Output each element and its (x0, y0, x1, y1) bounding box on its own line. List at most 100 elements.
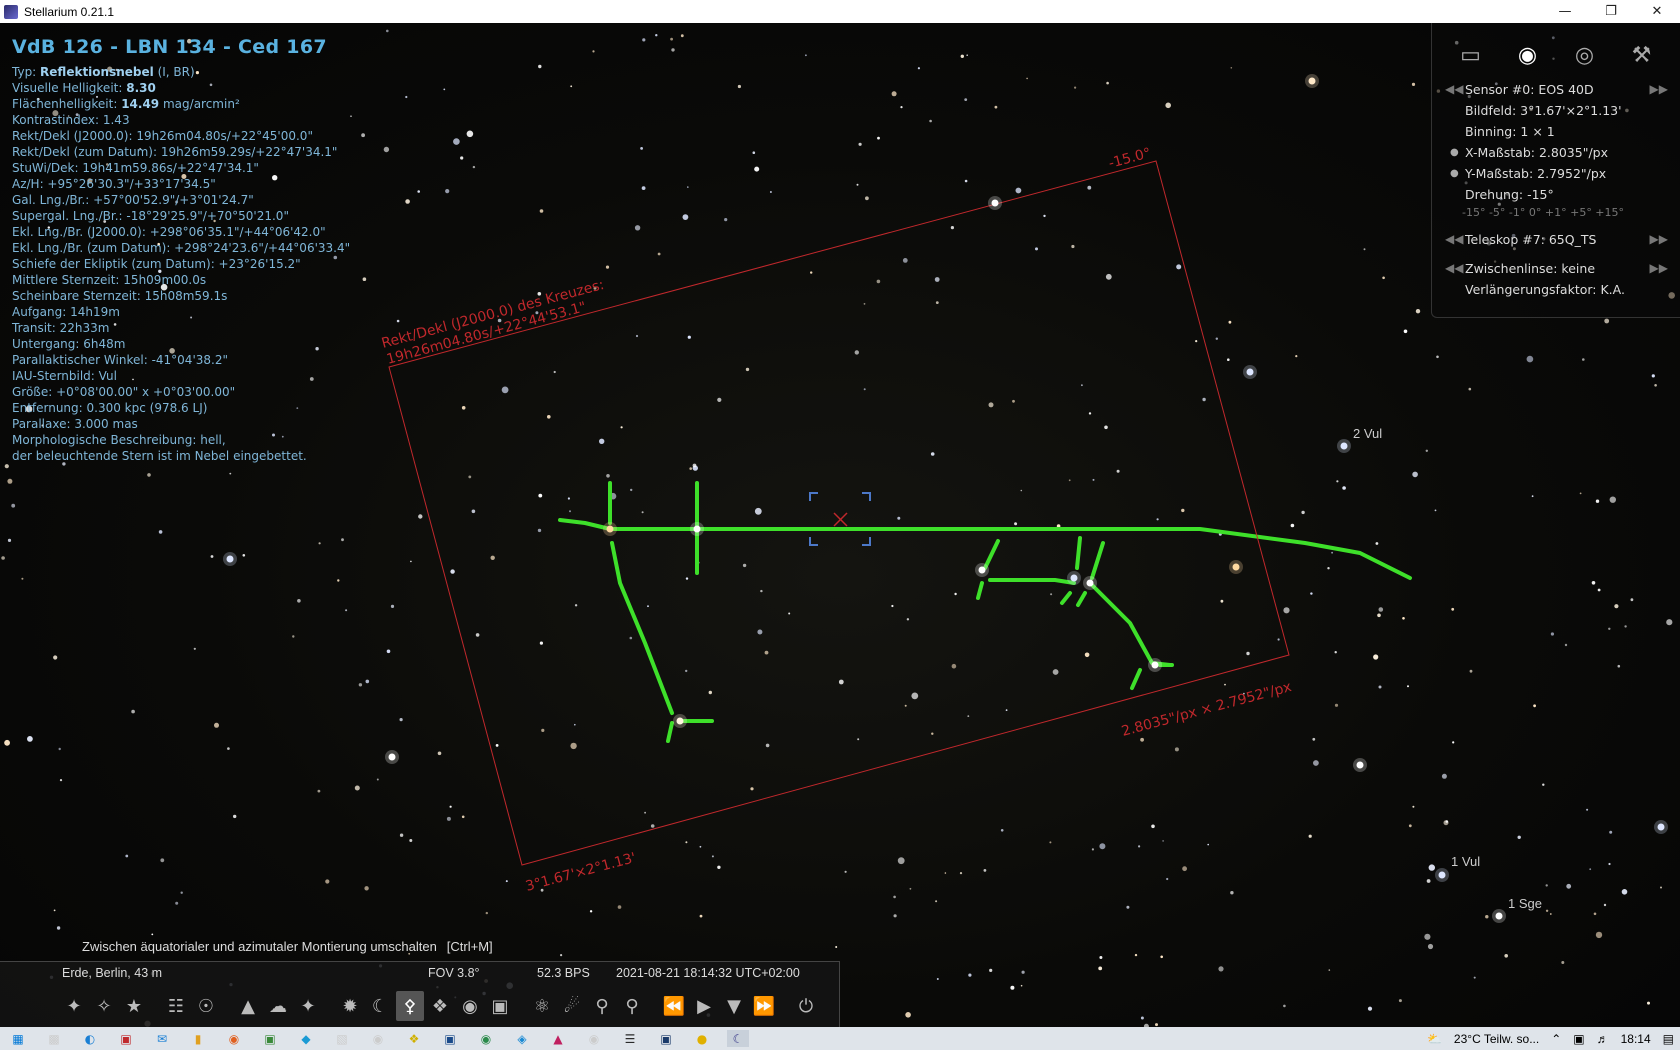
star (1378, 685, 1382, 689)
star (1517, 835, 1521, 839)
star (1342, 486, 1346, 490)
task-view-icon[interactable]: ▩ (43, 1030, 65, 1047)
constellation-lines-icon[interactable]: ✦ (60, 991, 88, 1021)
windows-start-icon[interactable]: ▦ (7, 1030, 29, 1047)
clock[interactable]: 18:14 (1621, 1032, 1651, 1046)
photoshop-icon[interactable]: ▣ (439, 1030, 461, 1047)
satellites-icon[interactable]: ⚛ (528, 991, 556, 1021)
star (671, 48, 675, 52)
star (7, 478, 13, 484)
datetime-status[interactable]: 2021-08-21 18:14:32 UTC+02:00 (616, 966, 800, 980)
equatorial-mount-icon[interactable]: ⚴ (396, 991, 424, 1021)
weather-text[interactable]: 23°C Teilw. so... (1454, 1032, 1539, 1046)
rotation-steps[interactable]: -15° -5° -1° 0° +1° +5° +15° (1432, 205, 1680, 221)
minimize-button[interactable]: — (1542, 0, 1588, 23)
notifications-icon[interactable]: ▤ (1663, 1032, 1674, 1046)
star (900, 106, 903, 109)
sensor-frame-icon[interactable]: ◉ (1513, 40, 1543, 70)
star (1445, 820, 1449, 823)
prev-telescope-arrow-icon[interactable]: ◀◀ (1445, 229, 1463, 250)
star (125, 854, 129, 858)
star (501, 386, 509, 394)
restore-button[interactable]: ❐ (1588, 0, 1634, 23)
edge-browser-icon[interactable]: ◐ (79, 1030, 101, 1047)
weather-icon[interactable]: ⛅ (1427, 1032, 1442, 1046)
star (560, 954, 563, 957)
app-multi-icon[interactable]: ▲ (547, 1030, 569, 1047)
mail-icon[interactable]: ✉ (151, 1030, 173, 1047)
play-icon[interactable]: ▶ (690, 991, 718, 1021)
network-icon[interactable]: ▣ (1573, 1032, 1584, 1046)
constellation-labels-icon[interactable]: ✧ (90, 991, 118, 1021)
stellarium-taskbar-icon[interactable]: ☾ (727, 1030, 749, 1047)
fast-forward-icon[interactable]: ⏩ (750, 991, 778, 1021)
cardinal-points-icon[interactable]: ✦ (294, 991, 322, 1021)
star (1295, 355, 1298, 358)
camera-icon[interactable]: ◉ (367, 1030, 389, 1047)
prev-sensor-arrow-icon[interactable]: ◀◀ (1445, 79, 1463, 100)
azimuthal-grid-icon[interactable]: ☉ (192, 991, 220, 1021)
star (229, 472, 232, 475)
now-icon[interactable]: ▼ (720, 991, 748, 1021)
planets-icon[interactable]: ☾ (366, 991, 394, 1021)
center-object-icon[interactable]: ❖ (426, 991, 454, 1021)
app-red-icon[interactable]: ▣ (115, 1030, 137, 1047)
star (757, 629, 763, 635)
location-status[interactable]: Erde, Berlin, 43 m (62, 966, 162, 980)
volume-icon[interactable]: ♬ (1597, 1032, 1609, 1046)
trash-icon[interactable]: ▭ (1456, 40, 1486, 70)
ocular-icon[interactable]: ⚲ (618, 991, 646, 1021)
next-telescope-arrow-icon[interactable]: ▶▶ (1650, 229, 1668, 250)
star (717, 865, 721, 869)
info-line: Visuelle Helligkeit: 8.30 (12, 80, 350, 96)
info-line-label: Größe: +0°08'00.00" x +0°03'00.00" (12, 385, 236, 399)
bright-star (1246, 368, 1254, 376)
app-gray-icon[interactable]: ▧ (331, 1030, 353, 1047)
info-line: Ekl. Lng./Br. (zum Datum): +298°24'23.6"… (12, 240, 350, 256)
image-viewer-icon[interactable]: ▣ (259, 1030, 281, 1047)
star (1215, 337, 1219, 340)
app-yellow-icon[interactable]: ❖ (403, 1030, 425, 1047)
star (21, 577, 24, 580)
telrad-target-icon[interactable]: ◎ (1570, 40, 1600, 70)
app-night-icon[interactable]: ▣ (655, 1030, 677, 1047)
ground-icon[interactable]: ▲ (234, 991, 262, 1021)
app-blue-icon[interactable]: ◆ (295, 1030, 317, 1047)
star (11, 503, 16, 508)
info-line-value: Reflektionsnebel (40, 65, 154, 79)
meteors-icon[interactable]: ☄ (558, 991, 586, 1021)
next-lens-arrow-icon[interactable]: ▶▶ (1650, 258, 1668, 279)
app-sun-icon[interactable]: ● (691, 1030, 713, 1047)
star (466, 130, 474, 138)
sky-view[interactable]: -15.0° Rekt/Dekl (J2000.0) des Kreuzes: … (0, 23, 1680, 1027)
app-cube-icon[interactable]: ◈ (511, 1030, 533, 1047)
constellation-art-icon[interactable]: ★ (120, 991, 148, 1021)
star (1469, 669, 1473, 673)
rewind-icon[interactable]: ⏪ (660, 991, 688, 1021)
yscale-bullet-icon: ● (1450, 168, 1459, 179)
star (1334, 703, 1339, 707)
star (1595, 931, 1603, 939)
atmosphere-icon[interactable]: ☁ (264, 991, 292, 1021)
star (897, 857, 905, 865)
next-sensor-arrow-icon[interactable]: ▶▶ (1650, 79, 1668, 100)
app-green-icon[interactable]: ◉ (475, 1030, 497, 1047)
wrench-icon[interactable]: ⚒ (1627, 40, 1657, 70)
firefox-icon[interactable]: ◉ (223, 1030, 245, 1047)
app-circle-icon[interactable]: ◉ (583, 1030, 605, 1047)
prev-lens-arrow-icon[interactable]: ◀◀ (1445, 258, 1463, 279)
nebulae-icon[interactable]: ✹ (336, 991, 364, 1021)
star (687, 335, 691, 339)
star (1426, 879, 1431, 883)
app-bars-icon[interactable]: ☰ (619, 1030, 641, 1047)
star (641, 186, 646, 191)
binning-label[interactable]: Binning: 1 × 1 (1465, 124, 1555, 139)
close-button[interactable]: ✕ (1634, 0, 1680, 23)
night-mode-icon[interactable]: ◉ (456, 991, 484, 1021)
file-explorer-icon[interactable]: ▮ (187, 1030, 209, 1047)
search-scope-icon[interactable]: ⚲ (588, 991, 616, 1021)
tray-chevron-icon[interactable]: ⌃ (1551, 1032, 1561, 1046)
equatorial-grid-icon[interactable]: ☷ (162, 991, 190, 1021)
fullscreen-icon[interactable]: ▣ (486, 991, 514, 1021)
quit-icon[interactable]: ⏻ (792, 991, 820, 1021)
